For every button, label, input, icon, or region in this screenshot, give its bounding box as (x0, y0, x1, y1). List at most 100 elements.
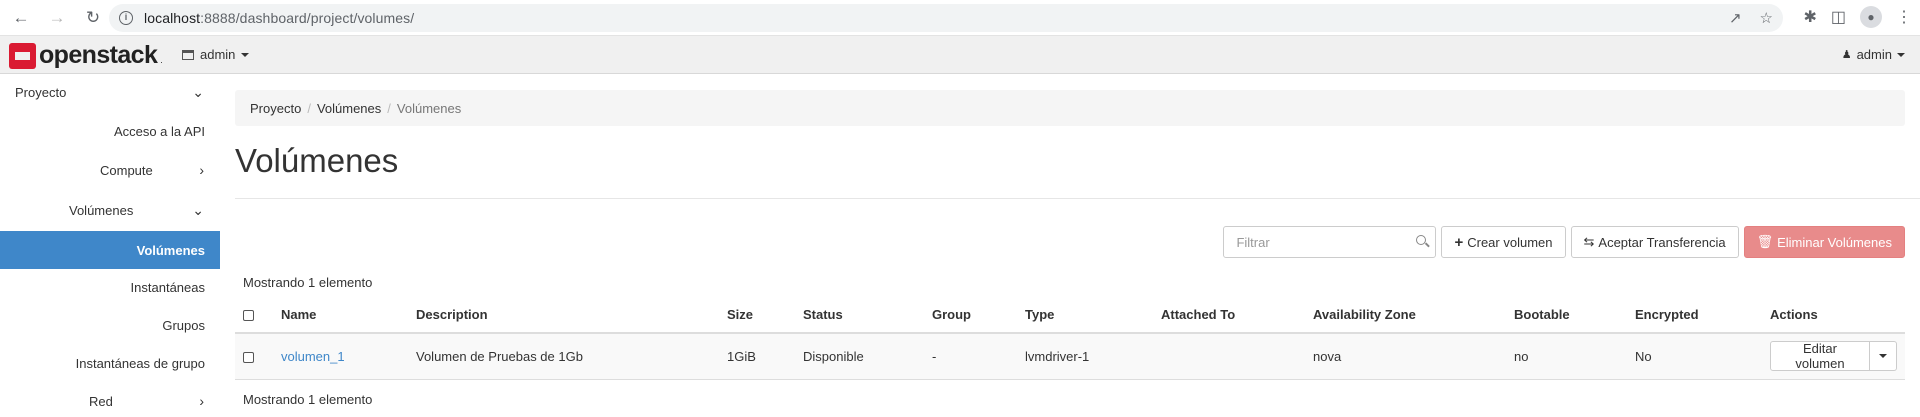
accept-transfer-label: Aceptar Transferencia (1598, 234, 1726, 250)
sidebar: Proyecto ⌄ Acceso a la API Compute › Vol… (0, 74, 220, 417)
create-volume-button[interactable]: + Crear volumen (1441, 226, 1566, 258)
breadcrumb-proyecto[interactable]: Proyecto (250, 101, 301, 116)
sidebar-item-red[interactable]: Red › (0, 385, 220, 417)
brand-suffix: . (160, 55, 163, 65)
share-icon[interactable]: ↗ (1729, 9, 1742, 27)
table-actions: Filtrar + Crear volumen ⇆ Aceptar Transf… (1223, 226, 1905, 258)
chrome-menu-icon[interactable]: ⋮ (1896, 7, 1912, 27)
column-header-description[interactable]: Description (408, 297, 719, 334)
cell-attached-to (1153, 333, 1305, 380)
chevron-down-icon: ⌄ (192, 83, 204, 100)
caret-down-icon (241, 52, 250, 57)
sidebar-item-label: Instantáneas de grupo (75, 355, 205, 371)
top-navbar: openstack. admin ♟ admin (0, 36, 1920, 74)
project-table-icon (182, 49, 194, 60)
breadcrumb-separator: / (387, 100, 391, 116)
trash-icon: 🗑 (1756, 234, 1774, 249)
sidebar-item-volumenes-group[interactable]: Volúmenes ⌄ (0, 194, 220, 226)
column-header-name[interactable]: Name (273, 297, 408, 334)
bookmark-star-icon[interactable]: ☆ (1760, 9, 1773, 27)
extensions-icon[interactable]: ✱ (1803, 7, 1816, 27)
cell-encrypted: No (1627, 333, 1762, 380)
create-volume-label: Crear volumen (1467, 234, 1553, 250)
address-bar[interactable]: i localhost:8888/dashboard/project/volum… (109, 4, 1783, 32)
sidebar-item-label: Compute (100, 162, 153, 178)
site-info-icon[interactable]: i (119, 11, 133, 25)
profile-avatar-icon[interactable]: ● (1860, 6, 1882, 28)
delete-volumes-label: Eliminar Volúmenes (1777, 234, 1892, 250)
column-header-availability-zone[interactable]: Availability Zone (1305, 297, 1506, 334)
sidebar-item-instantaneas[interactable]: Instantáneas (0, 271, 220, 303)
column-header-size[interactable]: Size (719, 297, 795, 334)
openstack-logo-icon (9, 42, 36, 69)
sidebar-item-label: Grupos (162, 317, 205, 333)
cell-bootable: no (1506, 333, 1627, 380)
column-header-type[interactable]: Type (1017, 297, 1153, 334)
breadcrumb-volumenes[interactable]: Volúmenes (317, 101, 381, 116)
breadcrumb-separator: / (307, 100, 311, 116)
column-header-status[interactable]: Status (795, 297, 924, 334)
column-header-bootable[interactable]: Bootable (1506, 297, 1627, 334)
side-panel-icon[interactable]: ◫ (1831, 7, 1846, 27)
sidebar-item-label: Red (89, 393, 113, 409)
sidebar-item-label: Volúmenes (69, 202, 134, 218)
chevron-down-icon: ⌄ (192, 201, 204, 218)
url-text[interactable]: localhost:8888/dashboard/project/volumes… (144, 10, 414, 26)
volumes-table: Name Description Size Status Group Type … (235, 297, 1905, 380)
back-arrow-icon[interactable]: ← (7, 4, 35, 32)
user-menu-dropdown[interactable]: ♟ admin (1842, 47, 1905, 62)
sidebar-item-api-access[interactable]: Acceso a la API (0, 115, 220, 147)
forward-arrow-icon[interactable]: → (43, 4, 71, 32)
plus-icon: + (1454, 233, 1464, 251)
edit-volume-button[interactable]: Editar volumen (1770, 341, 1870, 372)
main-content: Proyecto / Volúmenes / Volúmenes Volúmen… (235, 74, 1920, 417)
page-title: Volúmenes (235, 142, 399, 179)
sidebar-item-group-snapshots[interactable]: Instantáneas de grupo (0, 347, 220, 379)
chevron-right-icon: › (199, 162, 204, 178)
browser-toolbar: ← → ↻ i localhost:8888/dashboard/project… (0, 0, 1920, 36)
project-selector-label: admin (200, 47, 236, 62)
exchange-icon: ⇆ (1583, 234, 1595, 249)
cell-status: Disponible (795, 333, 924, 380)
openstack-logo[interactable]: openstack. (9, 41, 163, 70)
cell-availability-zone: nova (1305, 333, 1506, 380)
cell-size: 1GiB (719, 333, 795, 380)
volume-name-link[interactable]: volumen_1 (281, 349, 345, 364)
caret-down-icon (1897, 52, 1905, 57)
sidebar-item-proyecto[interactable]: Proyecto ⌄ (0, 76, 220, 108)
filter-input[interactable]: Filtrar (1223, 226, 1437, 258)
delete-volumes-button[interactable]: 🗑 Eliminar Volúmenes (1743, 226, 1905, 258)
item-count-bottom: Mostrando 1 elemento (243, 392, 373, 407)
sidebar-item-label: Acceso a la API (113, 123, 205, 139)
reload-icon[interactable]: ↻ (79, 4, 107, 32)
column-header-actions: Actions (1762, 297, 1905, 334)
table-header-row: Name Description Size Status Group Type … (235, 297, 1905, 334)
breadcrumb-current: Volúmenes (396, 100, 462, 116)
project-selector-dropdown[interactable]: admin (182, 47, 250, 62)
cell-type: lvmdriver-1 (1017, 333, 1153, 380)
accept-transfer-button[interactable]: ⇆ Aceptar Transferencia (1570, 226, 1739, 258)
filter-placeholder: Filtrar (1236, 234, 1270, 250)
column-header-attached-to[interactable]: Attached To (1153, 297, 1305, 334)
sidebar-item-grupos[interactable]: Grupos (0, 309, 220, 341)
sidebar-item-label: Proyecto (15, 84, 67, 100)
column-header-encrypted[interactable]: Encrypted (1627, 297, 1762, 334)
row-actions-dropdown-toggle[interactable] (1870, 341, 1897, 372)
sidebar-item-volumenes[interactable]: Volúmenes (0, 231, 220, 269)
breadcrumb: Proyecto / Volúmenes / Volúmenes (235, 90, 1905, 126)
item-count-top: Mostrando 1 elemento (243, 275, 373, 290)
cell-description: Volumen de Pruebas de 1Gb (408, 333, 719, 380)
user-menu-label: admin (1856, 47, 1892, 62)
row-actions-split-button: Editar volumen (1770, 341, 1897, 372)
select-all-checkbox[interactable] (243, 310, 254, 322)
brand-name: openstack (39, 41, 158, 69)
column-header-group[interactable]: Group (924, 297, 1017, 334)
title-divider (235, 198, 1920, 199)
search-icon[interactable] (1416, 235, 1427, 245)
sidebar-item-label: Instantáneas (130, 279, 205, 295)
sidebar-item-label: Volúmenes (136, 242, 205, 258)
row-checkbox[interactable] (243, 351, 254, 363)
sidebar-item-compute[interactable]: Compute › (0, 154, 220, 186)
caret-down-icon (1879, 354, 1887, 359)
user-icon: ♟ (1841, 49, 1852, 61)
